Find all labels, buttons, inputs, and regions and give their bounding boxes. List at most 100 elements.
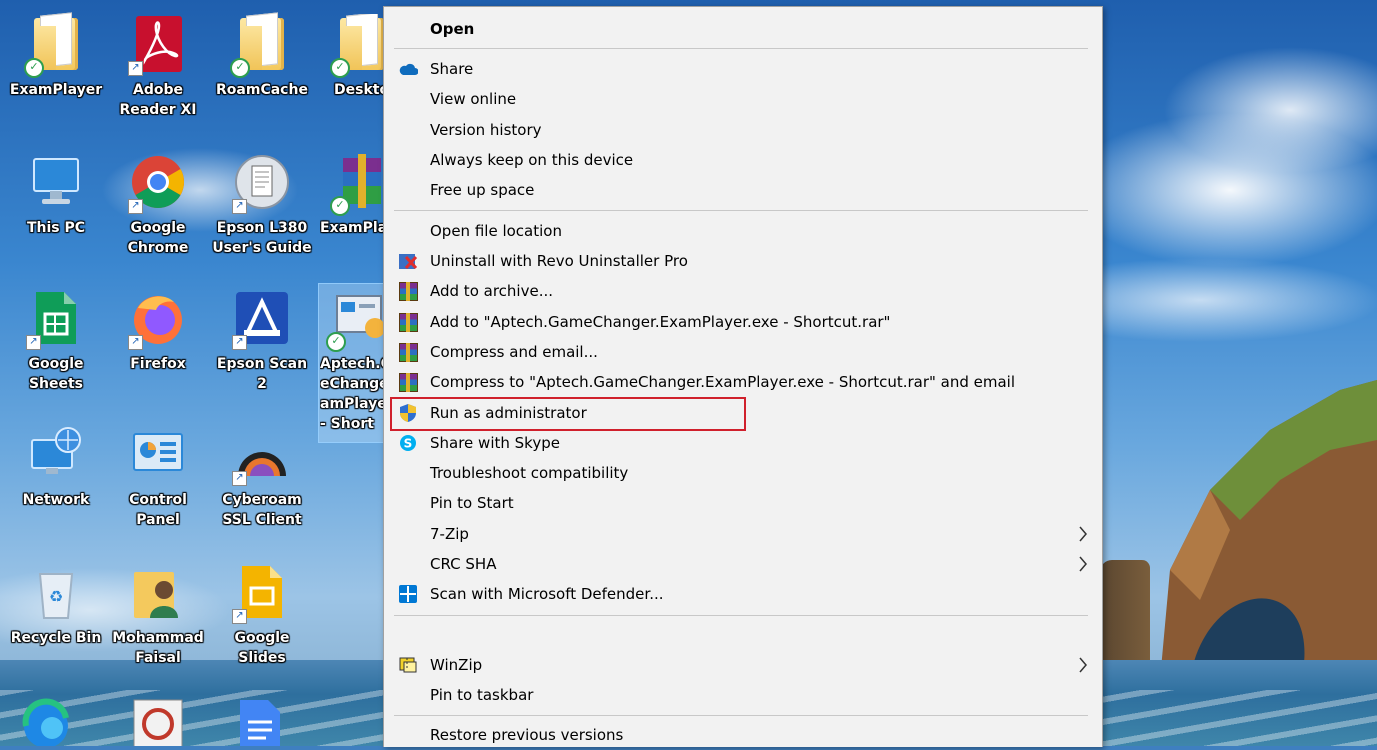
recycle-bin-icon: ♻ [28,562,84,622]
menu-item-winzip[interactable]: WinZip [384,650,1102,680]
menu-item-label: Share with Skype [430,434,560,452]
desktop-icon-label: Aptech.G eChange amPlaye - Short [320,356,384,432]
cyberoam-icon: ↗ [232,424,290,486]
desktop-icon-label: This PC [26,220,86,236]
context-menu: Open Share View online Version history A… [383,6,1103,747]
menu-item-label: Restore previous versions [430,726,624,744]
menu-item-label: View online [430,90,517,108]
menu-separator [394,210,1088,211]
menu-item-always-keep[interactable]: Always keep on this device [384,145,1102,175]
menu-item-crc-sha[interactable]: CRC SHA [384,549,1102,579]
desktop-icon-label: Recycle Bin [10,630,102,646]
onedrive-cloud-icon [398,59,418,79]
edge-icon[interactable] [22,696,70,746]
desktop-icon-firefox[interactable]: ↗ Firefox [108,288,208,374]
menu-item-pin-to-taskbar[interactable]: Pin to taskbar [384,680,1102,710]
desktop-icon-google-slides[interactable]: ↗ Google Slides [212,562,312,668]
menu-item-label: Free up space [430,181,535,199]
chrome-icon: ↗ [128,152,186,214]
desktop-icon-adobe-reader[interactable]: ↗ Adobe Reader XI [108,14,208,120]
menu-item-label: Share [430,60,474,78]
menu-item-label: Add to archive... [430,282,553,300]
menu-item-troubleshoot-compatibility[interactable]: Troubleshoot compatibility [384,458,1102,488]
menu-item-label: Pin to taskbar [430,686,534,704]
menu-item-pin-to-start[interactable]: Pin to Start [384,488,1102,518]
google-slides-icon: ↗ [232,562,290,624]
menu-separator [394,715,1088,716]
menu-item-label: CRC SHA [430,555,497,573]
epson-scan-icon: ↗ [232,288,290,350]
desktop-icon-label: Control Panel [129,492,187,528]
winrar-icon [398,342,418,362]
menu-item-label: Open file location [430,222,562,240]
desktop-icon-examplayer[interactable]: ✓ ExamPlayer [6,14,106,100]
menu-item-label: Always keep on this device [430,151,634,169]
google-docs-icon[interactable] [238,698,282,746]
menu-item-free-up-space[interactable]: Free up space [384,175,1102,205]
winzip-icon [398,655,418,675]
winrar-icon [398,312,418,332]
control-panel-icon [130,424,186,484]
desktop-icon-label: Google Slides [234,630,290,666]
chevron-right-icon [1076,554,1090,574]
google-sheets-icon: ↗ [26,288,84,350]
menu-item-compress-and-email[interactable]: Compress and email... [384,337,1102,367]
desktop-icon-roamcache[interactable]: ✓ RoamCache [212,14,312,100]
menu-item-share-with-skype[interactable]: S Share with Skype [384,428,1102,458]
winrar-icon [398,372,418,392]
menu-item-share[interactable]: Share [384,54,1102,84]
svg-text:S: S [404,437,413,451]
desktop-icon-aptech-examplayer-shortcut[interactable]: ✓ Aptech.G eChange amPlaye - Short [320,288,384,434]
winrar-archive-icon: ✓ [330,152,384,216]
exam-player-shortcut-icon: ✓ [326,288,384,352]
menu-item-scan-with-defender[interactable]: Scan with Microsoft Defender... [384,579,1102,609]
desktop-icon-google-sheets[interactable]: ↗ Google Sheets [6,288,106,394]
user-folder-icon [130,562,186,622]
desktop-icon-label: ExamPlayer [9,82,103,98]
folder-synced-icon: ✓ [24,14,84,78]
menu-item-compress-to-rar-and-email[interactable]: Compress to "Aptech.GameChanger.ExamPlay… [384,367,1102,397]
menu-item-view-online[interactable]: View online [384,84,1102,114]
desktop-icon-label: Firefox [130,356,186,372]
menu-item-version-history[interactable]: Version history [384,115,1102,145]
menu-item-label: Scan with Microsoft Defender... [430,585,664,603]
desktop-icon-label: Google Sheets [28,356,84,392]
desktop-icon-label: Google Chrome [127,220,189,256]
desktop-icon-recycle-bin[interactable]: ♻ Recycle Bin [6,562,106,648]
menu-item-label: Uninstall with Revo Uninstaller Pro [430,252,688,270]
desktop-icon-examplayer-rar[interactable]: ✓ ExamPla [320,152,384,238]
menu-item-7-zip[interactable]: 7-Zip [384,519,1102,549]
firefox-icon: ↗ [128,288,186,350]
desktop-icon-network[interactable]: Network [6,424,106,510]
desktop-icon-epson-guide[interactable]: ↗ Epson L380 User's Guide [212,152,312,258]
desktop-icon-label: Adobe Reader XI [119,82,197,118]
menu-item-open[interactable]: Open [384,14,1102,44]
highlight-annotation-box [390,397,746,431]
desktop-icon-user-folder[interactable]: Mohammad Faisal [108,562,208,668]
menu-item-label: WinZip [430,656,483,674]
desktop-icon-desktop[interactable]: ✓ Deskto [320,14,384,100]
network-tool-icon[interactable] [130,696,186,746]
desktop-icon-google-chrome[interactable]: ↗ Google Chrome [108,152,208,258]
desktop-icon-label: Epson L380 User's Guide [212,220,312,256]
epson-guide-icon: ↗ [232,152,290,214]
desktop-icon-label: Network [22,492,90,508]
desktop-icon-cyberoam[interactable]: ↗ Cyberoam SSL Client [212,424,312,530]
desktop-icon-epson-scan[interactable]: ↗ Epson Scan 2 [212,288,312,394]
desktop-icon-label: Epson Scan 2 [216,356,308,392]
desktop-icon-label: Deskto [334,82,384,98]
menu-item-add-to-archive[interactable]: Add to archive... [384,276,1102,306]
network-icon [28,424,84,484]
desktop-icon-label: ExamPla [320,220,384,236]
revo-uninstaller-icon [398,251,418,271]
desktop-icon-control-panel[interactable]: Control Panel [108,424,208,530]
menu-item-open-file-location[interactable]: Open file location [384,216,1102,246]
menu-item-revo-uninstall[interactable]: Uninstall with Revo Uninstaller Pro [384,246,1102,276]
menu-item-label: Open [430,20,475,38]
menu-item-label: Compress and email... [430,343,598,361]
folder-synced-icon: ✓ [330,14,384,78]
chevron-right-icon [1076,655,1090,675]
desktop-icon-label: Cyberoam SSL Client [222,492,302,528]
desktop-icon-this-pc[interactable]: This PC [6,152,106,238]
menu-item-add-to-rar[interactable]: Add to "Aptech.GameChanger.ExamPlayer.ex… [384,307,1102,337]
